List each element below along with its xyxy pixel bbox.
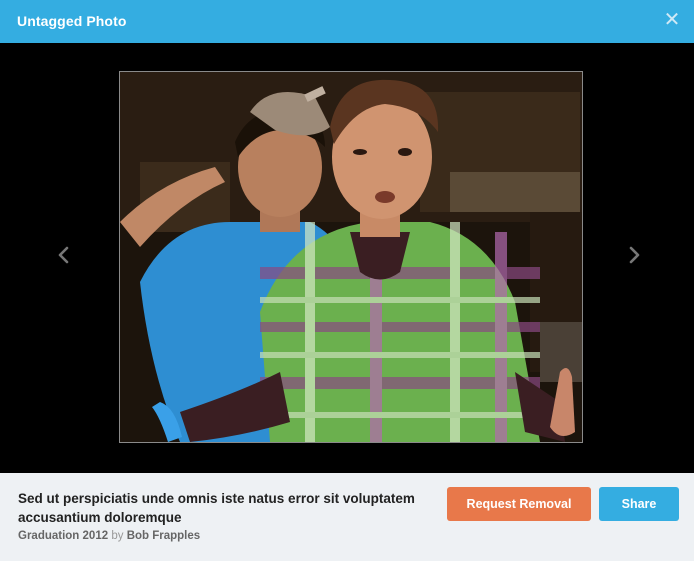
by-label: by	[111, 530, 124, 542]
photo-meta: Graduation 2012 by Bob Frapples	[18, 530, 200, 542]
photo	[119, 71, 583, 443]
photo-footer: Sed ut perspiciatis unde omnis iste natu…	[0, 473, 694, 561]
request-removal-button[interactable]: Request Removal	[447, 487, 591, 521]
author-link[interactable]: Bob Frapples	[127, 530, 200, 542]
share-button[interactable]: Share	[599, 487, 679, 521]
close-icon[interactable]: ✕	[662, 10, 682, 30]
chevron-right-icon[interactable]	[622, 243, 646, 267]
album-link[interactable]: Graduation 2012	[18, 530, 108, 542]
modal-title: Untagged Photo	[17, 13, 127, 29]
photo-viewer	[0, 43, 694, 473]
modal-header: Untagged Photo ✕	[0, 0, 694, 43]
photo-caption: Sed ut perspiciatis unde omnis iste natu…	[18, 491, 415, 525]
photo-modal: Untagged Photo ✕ Sed ut perspiciatis und…	[0, 0, 694, 561]
chevron-left-icon[interactable]	[52, 243, 76, 267]
